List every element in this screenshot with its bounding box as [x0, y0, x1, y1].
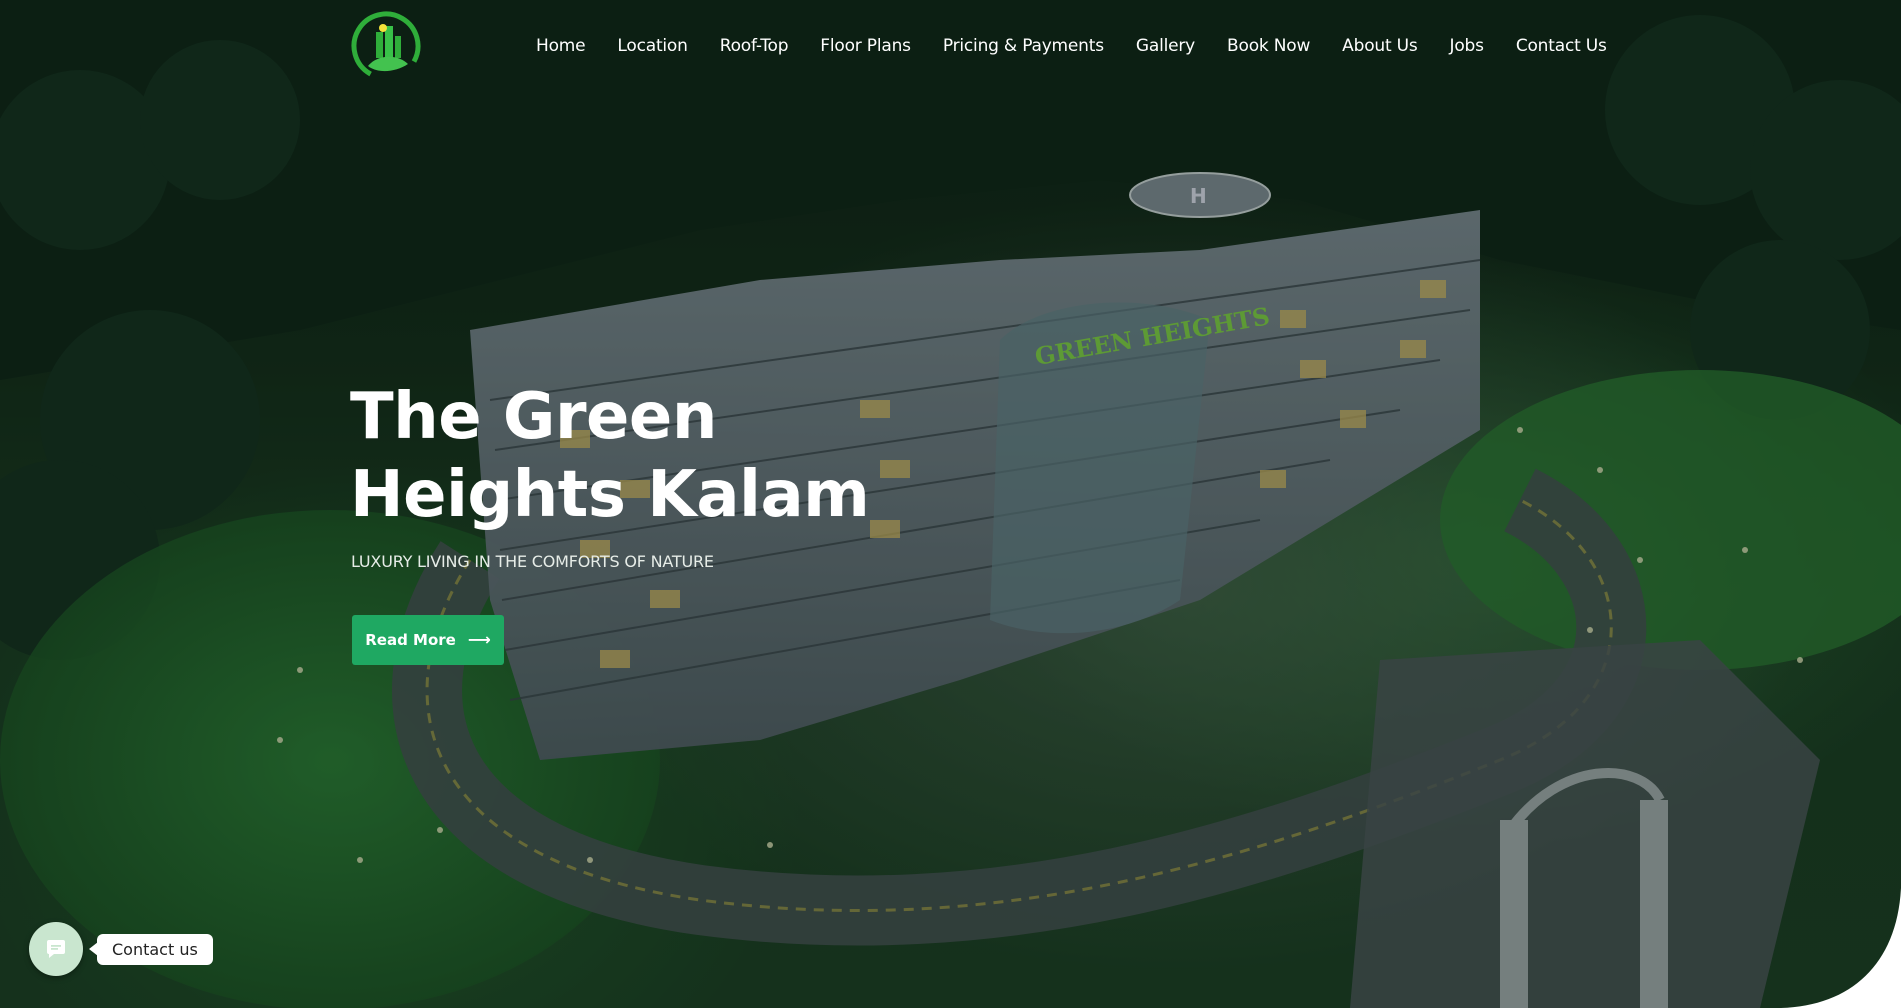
nav-item-pricing-payments[interactable]: Pricing & Payments	[943, 36, 1104, 56]
hero-section: GREEN HEIGHTS H Home Location Roof-Top F…	[0, 0, 1901, 1008]
main-nav: Home Location Roof-Top Floor Plans Prici…	[536, 36, 1607, 56]
nav-item-jobs[interactable]: Jobs	[1450, 36, 1484, 56]
hero-title: The Green Heights Kalam	[350, 378, 870, 534]
read-more-label: Read More	[365, 631, 456, 649]
hero-subtitle: LUXURY LIVING IN THE COMFORTS OF NATURE	[351, 552, 714, 571]
nav-item-roof-top[interactable]: Roof-Top	[720, 36, 789, 56]
nav-item-floor-plans[interactable]: Floor Plans	[820, 36, 911, 56]
contact-widget-label[interactable]: Contact us	[97, 933, 213, 965]
nav-item-contact-us[interactable]: Contact Us	[1516, 36, 1607, 56]
hero-title-line-2: Heights Kalam	[350, 458, 870, 532]
site-logo[interactable]	[350, 10, 422, 82]
green-heights-logo-icon	[351, 11, 421, 81]
nav-item-location[interactable]: Location	[617, 36, 688, 56]
arrow-right-icon: ⟶	[467, 630, 491, 649]
nav-item-home[interactable]: Home	[536, 36, 586, 56]
contact-widget-button[interactable]	[29, 922, 83, 976]
corner-decoration	[1781, 888, 1901, 1008]
hero-dark-overlay	[0, 0, 1901, 1008]
nav-item-about-us[interactable]: About Us	[1342, 36, 1418, 56]
read-more-button[interactable]: Read More ⟶	[352, 615, 504, 665]
site-header: Home Location Roof-Top Floor Plans Prici…	[0, 0, 1901, 96]
hero-title-line-1: The Green	[350, 380, 717, 454]
nav-item-gallery[interactable]: Gallery	[1136, 36, 1195, 56]
contact-widget: Contact us	[29, 922, 213, 976]
chat-icon	[47, 940, 65, 958]
nav-item-book-now[interactable]: Book Now	[1227, 36, 1310, 56]
